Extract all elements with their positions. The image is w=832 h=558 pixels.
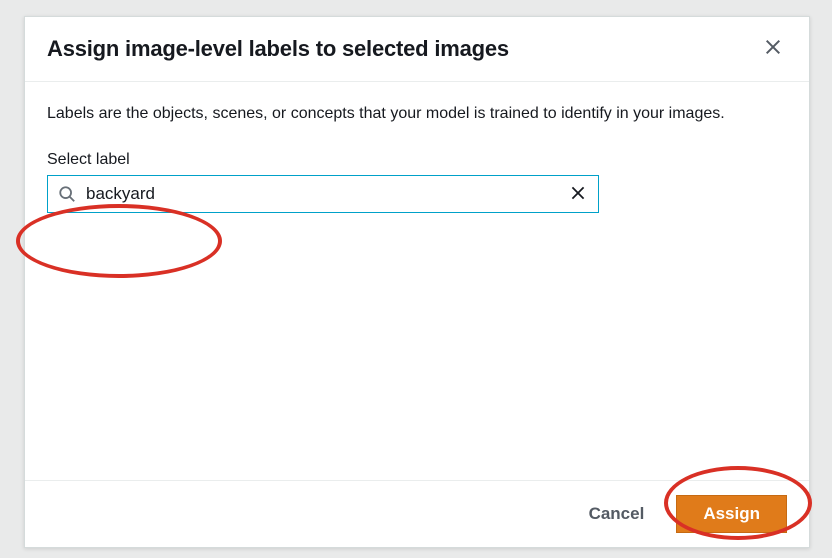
clear-input-button[interactable] <box>570 185 588 203</box>
modal-body: Labels are the objects, scenes, or conce… <box>25 82 809 480</box>
close-icon <box>764 38 782 61</box>
modal-title: Assign image-level labels to selected im… <box>47 36 509 62</box>
modal-description: Labels are the objects, scenes, or conce… <box>47 102 787 125</box>
assign-labels-modal: Assign image-level labels to selected im… <box>24 16 810 548</box>
modal-footer: Cancel Assign <box>25 480 809 547</box>
close-icon <box>570 188 586 205</box>
assign-button[interactable]: Assign <box>676 495 787 533</box>
label-search-input[interactable] <box>86 184 562 204</box>
cancel-button[interactable]: Cancel <box>585 496 649 532</box>
label-search-field[interactable] <box>47 175 599 213</box>
modal-header: Assign image-level labels to selected im… <box>25 17 809 82</box>
close-button[interactable] <box>759 35 787 63</box>
modal-backdrop: Assign image-level labels to selected im… <box>0 0 832 558</box>
search-icon <box>58 185 76 203</box>
select-label-heading: Select label <box>47 151 787 169</box>
